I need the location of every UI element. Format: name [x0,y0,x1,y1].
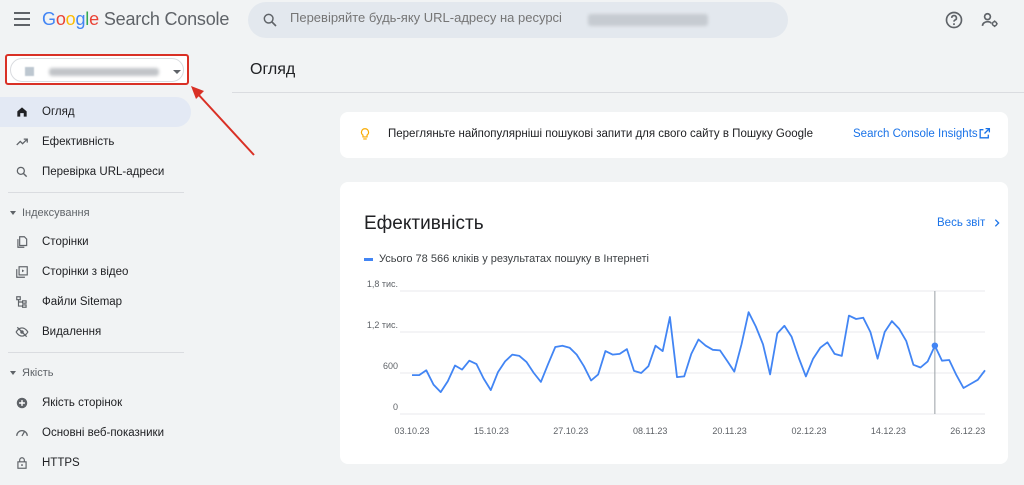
x-tick-label: 27.10.23 [553,426,588,436]
lock-icon [17,457,27,469]
performance-card: Ефективність Весь звіт Усього 78 566 клі… [340,182,1008,464]
sidebar-item-core-web-vitals[interactable]: Основні веб-показники [0,418,191,448]
x-tick-label: 14.12.23 [871,426,906,436]
sidebar-item-performance[interactable]: Ефективність [0,127,191,157]
caret-down-icon [10,371,16,376]
y-tick-label: 1,2 тис. [367,320,398,330]
top-app-bar: Google Search Console [0,0,1024,40]
sidebar-item-label: Видалення [42,326,102,338]
property-dropdown[interactable] [10,58,184,82]
sidebar-item-label: HTTPS [42,457,80,469]
x-tick-label: 20.11.23 [712,426,746,436]
pages-icon [17,236,28,248]
sidebar-item-video-pages[interactable]: Сторінки з відео [0,257,191,287]
sidebar-item-label: Сторінки [42,236,89,248]
menu-icon[interactable] [14,12,30,26]
sidebar-item-overview[interactable]: Огляд [0,97,191,127]
insights-link[interactable]: Search Console Insights [853,128,978,140]
sidebar-item-label: Огляд [42,106,75,118]
arrow-drop-down-icon[interactable] [173,70,181,74]
logo-letter: G [42,9,56,29]
sidebar-item-url-inspection[interactable]: Перевірка URL-адреси [0,157,191,187]
search-icon [16,166,28,178]
home-icon [17,107,27,117]
open-in-new-icon[interactable] [978,127,991,140]
help-icon[interactable] [944,10,964,30]
app-logo[interactable]: Google Search Console [42,9,229,30]
redacted-domain [588,14,708,26]
video-pages-icon [16,266,28,278]
x-tick-label: 26.12.23 [950,426,985,436]
sidebar-item-removals[interactable]: Видалення [0,317,191,347]
x-tick-label: 03.10.23 [394,426,429,436]
search-icon [263,13,277,27]
sidebar-item-label: Ефективність [42,136,115,148]
sitemap-icon [16,296,27,308]
sidebar-item-label: Якість сторінок [42,397,123,409]
sidebar-item-pages[interactable]: Сторінки [0,227,191,257]
logo-letter: o [55,9,66,29]
section-title: Індексування [22,207,90,219]
page-experience-icon [16,397,28,409]
redacted-property-name [49,68,159,76]
sidebar-item-page-experience[interactable]: Якість сторінок [0,388,191,418]
hover-point[interactable] [931,342,939,349]
x-tick-label: 08.11.23 [633,426,667,436]
sidebar-item-https[interactable]: HTTPS [0,448,191,478]
section-title: Якість [22,367,54,379]
sidebar-item-label: Перевірка URL-адреси [42,166,165,178]
product-name: Search Console [103,9,230,29]
sidebar-item-sitemaps[interactable]: Файли Sitemap [0,287,191,317]
url-inspection-search[interactable] [248,2,788,38]
insights-text: Перегляньте найпопулярніші пошукові запи… [388,128,814,140]
y-tick-label: 0 [393,402,398,412]
header-divider [232,92,1024,93]
sidebar-divider [8,192,184,193]
logo-letter: g [75,9,86,29]
removals-icon [15,326,29,338]
sidebar-section-quality[interactable]: Якість [10,367,53,379]
sidebar-section-indexing[interactable]: Індексування [10,207,90,219]
lightbulb-icon [360,128,370,140]
series-line-clicks[interactable] [412,311,986,394]
sidebar-divider [8,352,184,353]
page-title: Огляд [250,61,296,78]
property-favicon [25,67,34,76]
clicks-line-chart: 0 600 1,2 тис. 1,8 тис. 03.10.23 15.10.23 27.1… [367,279,986,436]
sidebar-item-label: Файли Sitemap [42,296,123,308]
y-tick-label: 1,8 тис. [367,279,398,289]
search-input[interactable] [290,10,590,25]
x-tick-label: 02.12.23 [791,426,826,436]
insights-banner: Перегляньте найпопулярніші пошукові запи… [340,112,1008,158]
x-tick-label: 15.10.23 [474,426,509,436]
logo-letter: o [65,9,76,29]
property-selector[interactable] [5,54,189,85]
sidebar-item-label: Сторінки з відео [42,266,129,278]
manage-users-icon[interactable] [980,10,1000,30]
logo-letter: e [89,9,99,29]
speed-gauge-icon [16,430,28,437]
caret-down-icon [10,211,16,216]
sidebar-item-label: Основні веб-показники [42,427,164,439]
trending-up-icon [16,138,28,146]
y-tick-label: 600 [383,361,398,371]
